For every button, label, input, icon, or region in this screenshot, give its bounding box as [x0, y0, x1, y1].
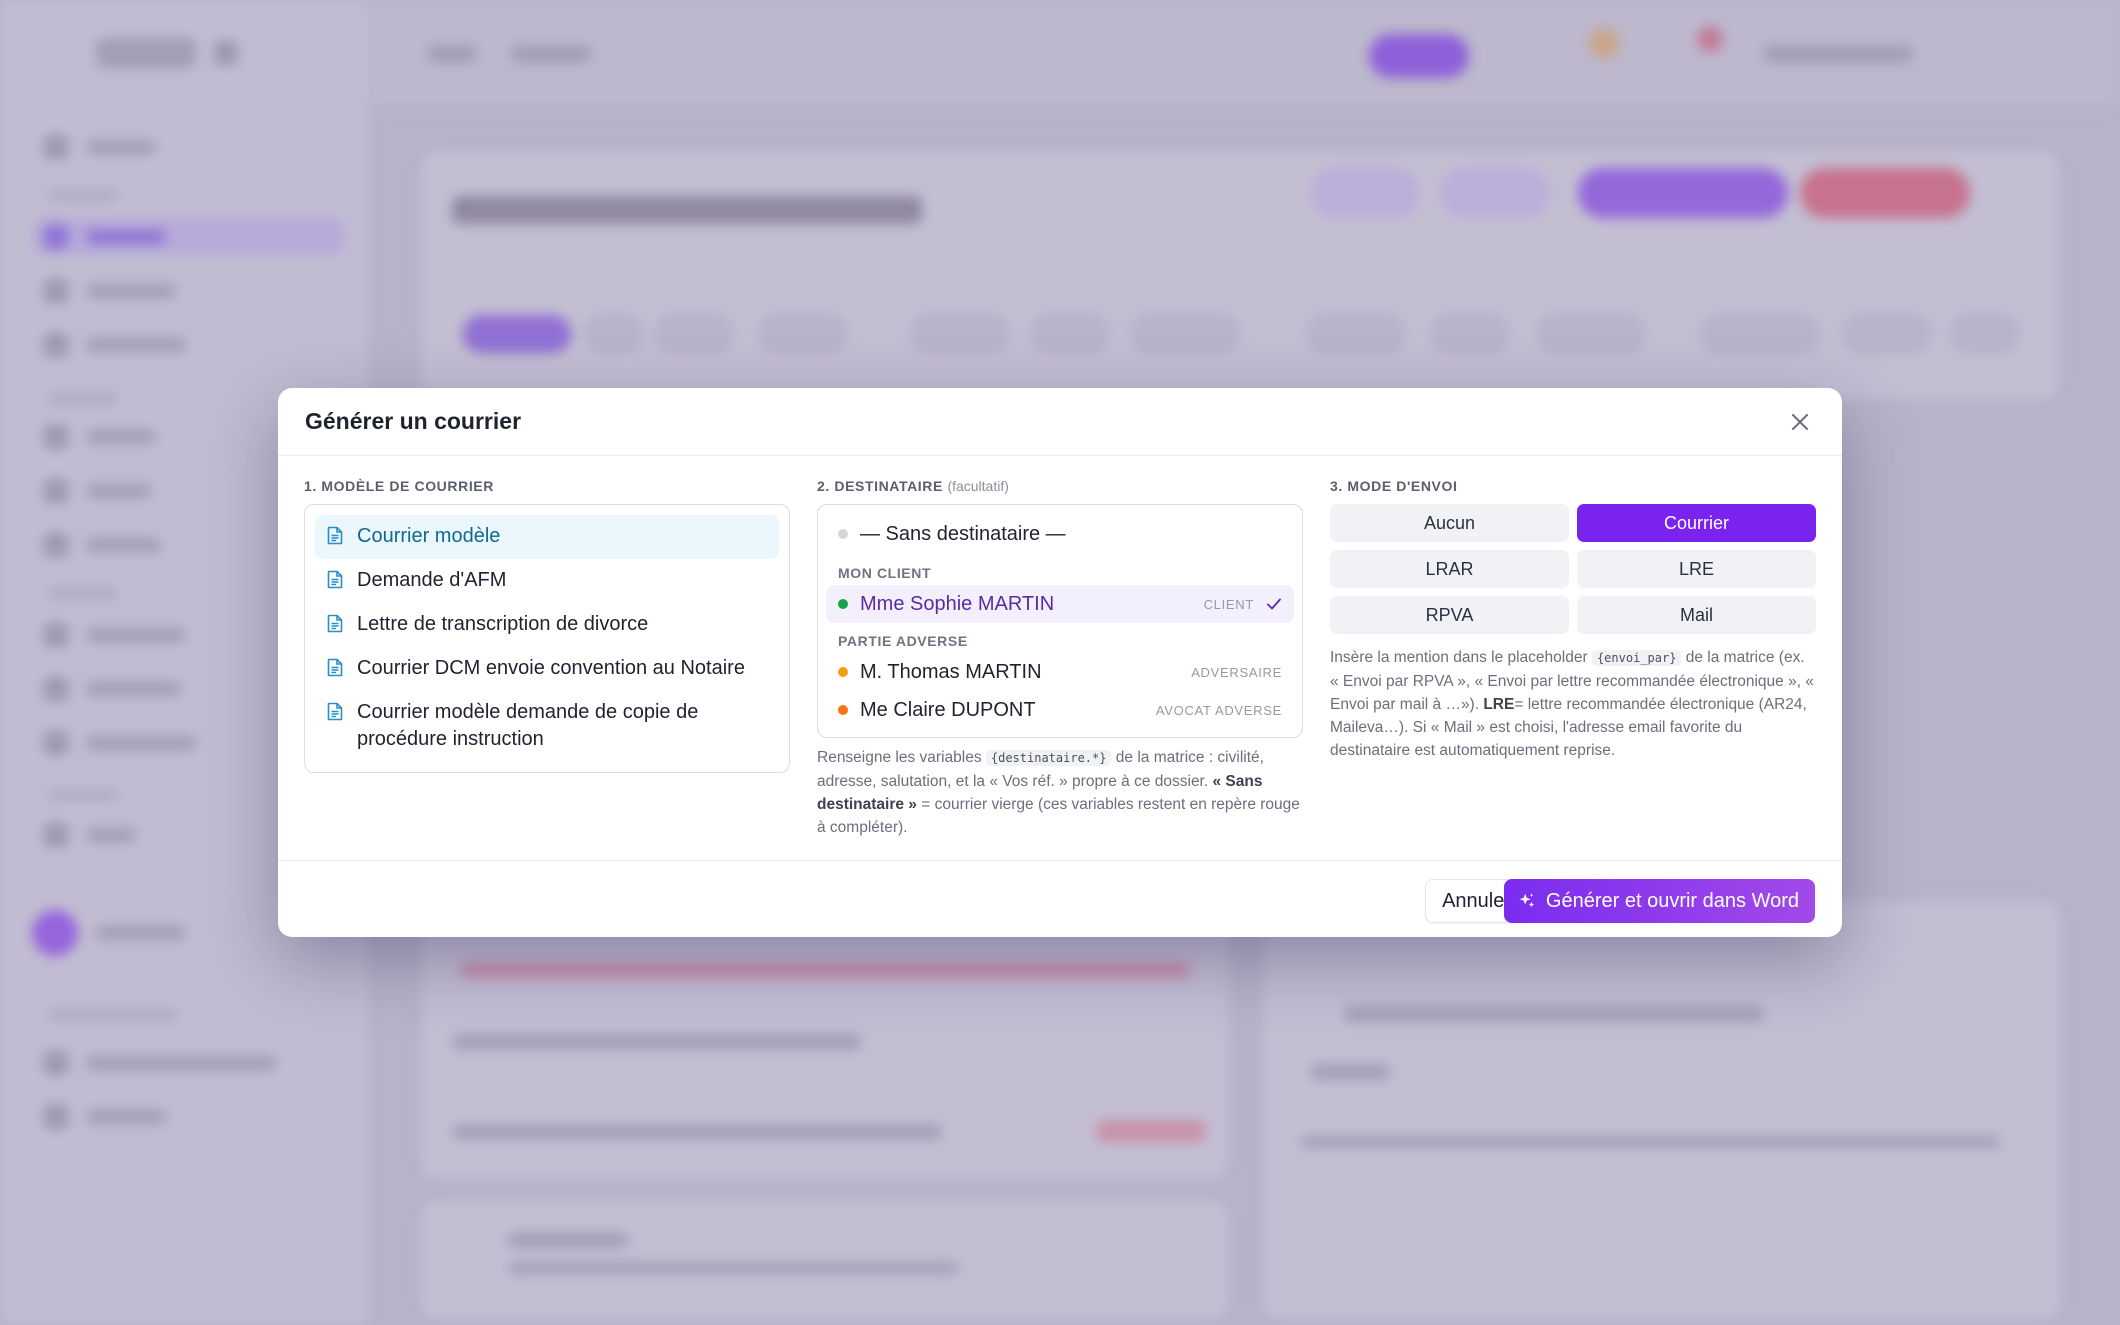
help-text-bold: LRE	[1483, 696, 1515, 713]
send-mode-column: 3. Mode d'envoi Aucun Courrier LRAR LRE RPVA…	[1330, 478, 1816, 762]
group-label-client: Mon client	[838, 565, 932, 581]
document-icon	[327, 614, 343, 638]
document-icon	[327, 702, 343, 726]
recipient-name: Mme Sophie MARTIN	[860, 592, 1055, 615]
document-icon	[327, 570, 343, 594]
close-icon[interactable]	[1786, 408, 1814, 436]
generate-button-label: Générer et ouvrir dans Word	[1545, 889, 1799, 912]
status-dot	[838, 599, 848, 609]
recipient-role-badge: Avocat adverse	[1155, 702, 1282, 718]
variable-code: {destinataire.*}	[985, 750, 1112, 766]
document-icon	[327, 526, 343, 550]
recipient-item[interactable]: Me Claire DUPONT Avocat adverse	[826, 691, 1294, 729]
dialog-header: Générer un courrier	[278, 388, 1842, 456]
send-mode-option-lre[interactable]: LRE	[1577, 550, 1816, 588]
template-item[interactable]: Courrier modèle	[315, 515, 779, 559]
template-label: Lettre de transcription de divorce	[357, 613, 649, 635]
send-mode-option-rpva[interactable]: RPVA	[1330, 596, 1569, 634]
send-mode-option-mail[interactable]: Mail	[1577, 596, 1816, 634]
recipient-section-label: 2. Destinataire (facultatif)	[817, 478, 1303, 496]
variable-code: {envoi_par}	[1591, 650, 1682, 666]
generate-letter-dialog: Générer un courrier 1. Modèle de courrie…	[278, 388, 1842, 937]
recipient-help-text: Renseigne les variables {destinataire.*}…	[817, 746, 1303, 839]
document-icon	[327, 658, 343, 682]
status-dot	[838, 529, 848, 539]
template-label: Demande d'AFM	[357, 569, 507, 591]
recipient-column: 2. Destinataire (facultatif) — Sans dest…	[817, 478, 1303, 839]
check-icon	[1266, 597, 1282, 611]
status-dot	[838, 705, 848, 715]
recipient-section-title: 2. Destinataire	[817, 478, 943, 494]
recipient-item[interactable]: M. Thomas MARTIN Adversaire	[826, 653, 1294, 691]
recipient-role-badge: Client	[1203, 596, 1254, 612]
send-mode-option-courrier[interactable]: Courrier	[1577, 504, 1816, 542]
dialog-title: Générer un courrier	[305, 408, 522, 434]
send-mode-help-text: Insère la mention dans le placeholder {e…	[1330, 646, 1816, 762]
recipient-list: — Sans destinataire — Mon client Mme Sop…	[817, 504, 1303, 738]
help-text-part: Insère la mention dans le placeholder	[1330, 649, 1592, 666]
template-item[interactable]: Courrier DCM envoie convention au Notair…	[315, 647, 779, 691]
recipient-item[interactable]: Mme Sophie MARTIN Client	[826, 585, 1294, 623]
recipient-name: Me Claire DUPONT	[860, 698, 1036, 721]
recipient-none-option[interactable]: — Sans destinataire —	[826, 515, 1294, 553]
recipient-optional-hint: (facultatif)	[947, 478, 1009, 494]
template-section-label: 1. Modèle de courrier	[304, 478, 494, 494]
recipient-name: — Sans destinataire —	[860, 522, 1066, 545]
template-item[interactable]: Lettre de transcription de divorce	[315, 603, 779, 647]
template-column: 1. Modèle de courrier Courrier modèle Dem…	[304, 478, 790, 773]
template-label: Courrier modèle demande de copie de proc…	[357, 701, 699, 750]
status-dot	[838, 667, 848, 677]
recipient-role-badge: Adversaire	[1191, 664, 1282, 680]
sparkles-icon	[1518, 892, 1536, 910]
generate-open-word-button[interactable]: Générer et ouvrir dans Word	[1503, 879, 1815, 923]
send-mode-options: Aucun Courrier LRAR LRE RPVA Mail	[1330, 504, 1816, 634]
dialog-footer: Annuler Générer et ouvrir dans Word	[278, 860, 1842, 937]
template-label: Courrier modèle	[357, 525, 501, 547]
send-mode-option-lrar[interactable]: LRAR	[1330, 550, 1569, 588]
send-mode-option-aucun[interactable]: Aucun	[1330, 504, 1569, 542]
template-list: Courrier modèle Demande d'AFM Lettre de tr…	[304, 504, 790, 773]
template-item[interactable]: Courrier modèle demande de copie de proc…	[315, 691, 779, 762]
template-item[interactable]: Demande d'AFM	[315, 559, 779, 603]
group-label-adverse: Partie adverse	[838, 633, 968, 649]
template-label: Courrier DCM envoie convention au Notair…	[357, 657, 745, 679]
send-mode-section-label: 3. Mode d'envoi	[1330, 478, 1458, 494]
help-text-part: Renseigne les variables	[817, 749, 986, 766]
recipient-name: M. Thomas MARTIN	[860, 660, 1042, 683]
